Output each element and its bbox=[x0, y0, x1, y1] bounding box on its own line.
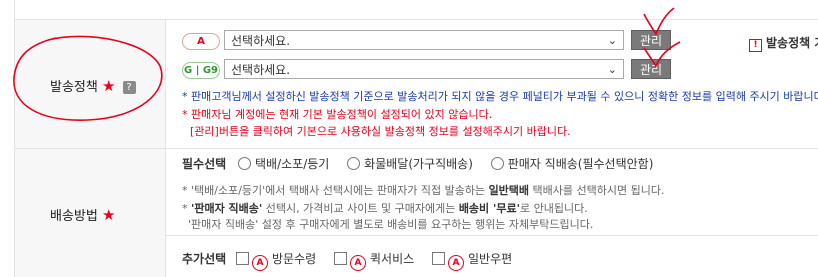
option-visit-pickup[interactable]: A 방문수령 bbox=[236, 252, 317, 271]
delivery-info-1: * '택배/소포/등기'에서 택배사 선택시에는 판매자가 직접 발송하는 일반… bbox=[182, 182, 664, 198]
notice-text: 발송정책 가 bbox=[766, 36, 818, 50]
option-freight-label: 화물배달(가구직배송) bbox=[364, 157, 473, 171]
option-quick-service[interactable]: A 퀵서비스 bbox=[334, 252, 415, 271]
option-regular-mail[interactable]: A 일반우편 bbox=[432, 252, 513, 271]
shipping-policy-select-2[interactable]: 선택하세요. ⌄ bbox=[224, 59, 624, 79]
info2-bold1: '판매자 직배송' bbox=[191, 202, 263, 215]
delivery-info-2: * '판매자 직배송' 선택시, 가격비교 사이트 및 구매자에게는 배송비 '… bbox=[182, 200, 588, 216]
option-visit-pickup-label: 방문수령 bbox=[272, 252, 317, 266]
option-seller-direct[interactable]: 판매자 직배송(필수선택안함) bbox=[490, 157, 654, 171]
shipping-policy-select-1-value: 선택하세요. bbox=[231, 34, 291, 48]
required-selection-row: 필수선택 택배/소포/등기 화물배달(가구직배송) 판매자 직배송(필수선택안함… bbox=[182, 155, 653, 172]
info2-bold2: 배송비 '무료' bbox=[458, 202, 520, 215]
market-badge-gmarket: G | G9 bbox=[182, 62, 220, 79]
radio-parcel[interactable] bbox=[238, 157, 251, 170]
shipping-policy-notice: ! 발송정책 가 bbox=[749, 34, 818, 52]
info2-prefix: * bbox=[182, 202, 191, 215]
info1-bold: 일반택배 bbox=[488, 184, 530, 197]
info1-prefix: * '택배/소포/등기'에서 택배사 선택시에는 판매자가 직접 발송하는 bbox=[182, 184, 489, 197]
checkbox-regular-mail[interactable] bbox=[432, 252, 445, 265]
option-regular-mail-label: 일반우편 bbox=[468, 252, 513, 266]
option-quick-service-label: 퀵서비스 bbox=[370, 252, 415, 266]
shipping-policy-note-1: * 판매고객님께서 설정하신 발송정책 기준으로 발송처리가 되지 않을 경우 … bbox=[182, 90, 818, 103]
annotation-checkmarks bbox=[643, 7, 681, 68]
shipping-policy-note-2: * 판매자님 계정에는 현재 기본 발송정책이 설정되어 있지 않습니다. bbox=[182, 108, 493, 121]
required-star-icon: ★ bbox=[101, 206, 116, 224]
chevron-down-icon: ⌄ bbox=[607, 34, 617, 47]
additional-selection-row: 추가선택 A 방문수령 A 퀵서비스 A 일반우편 bbox=[182, 250, 512, 271]
info1-suffix: 택배사를 선택하시면 됩니다. bbox=[529, 184, 665, 197]
info2-suffix: 로 안내됩니다. bbox=[519, 202, 588, 215]
auction-badge-icon: A bbox=[350, 255, 366, 271]
required-selection-title: 필수선택 bbox=[182, 157, 227, 171]
delivery-info-3: '판매자 직배송' 설정 후 구매자에게 별도로 배송비를 요구하는 행위는 자… bbox=[188, 218, 594, 231]
auction-badge-icon: A bbox=[448, 255, 464, 271]
checkbox-visit-pickup[interactable] bbox=[236, 252, 249, 265]
sub-row-divider bbox=[165, 235, 818, 236]
market-badge-auction: A bbox=[182, 33, 220, 50]
row-divider bbox=[14, 148, 818, 149]
auction-badge-icon: A bbox=[252, 255, 268, 271]
additional-selection-title: 추가선택 bbox=[182, 252, 227, 266]
shipping-policy-select-2-value: 선택하세요. bbox=[231, 63, 291, 77]
chevron-down-icon: ⌄ bbox=[607, 63, 617, 76]
notice-icon: ! bbox=[749, 39, 762, 52]
checkbox-quick-service[interactable] bbox=[334, 252, 347, 265]
option-parcel-label: 택배/소포/등기 bbox=[255, 157, 330, 171]
shipping-policy-note-3: [관리]버튼을 클릭하여 기본으로 사용하실 발송정책 정보를 설정해주시기 바… bbox=[190, 125, 571, 138]
info2-mid: 선택시, 가격비교 사이트 및 구매자에게는 bbox=[262, 202, 459, 215]
radio-seller-direct[interactable] bbox=[490, 157, 504, 170]
annotation-circle bbox=[13, 35, 163, 121]
option-parcel[interactable]: 택배/소포/등기 bbox=[238, 157, 329, 171]
radio-freight[interactable] bbox=[347, 157, 361, 170]
delivery-method-label-text: 배송방법 bbox=[50, 209, 98, 224]
delivery-method-label: 배송방법 ★ bbox=[50, 205, 115, 224]
option-seller-direct-label: 판매자 직배송(필수선택안함) bbox=[507, 157, 654, 171]
gmarket-badge-text: G | G9 bbox=[184, 65, 218, 76]
shipping-policy-select-1[interactable]: 선택하세요. ⌄ bbox=[224, 30, 624, 50]
option-freight[interactable]: 화물배달(가구직배송) bbox=[347, 157, 473, 171]
